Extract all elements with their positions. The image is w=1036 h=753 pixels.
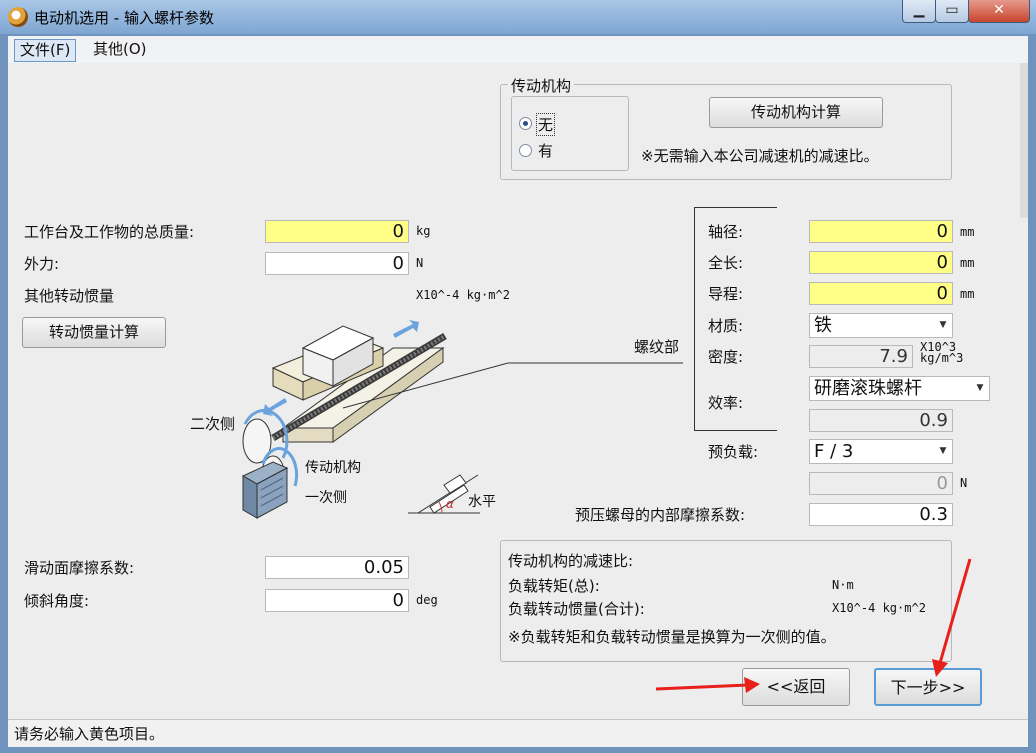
app-window: 电动机选用 - 输入螺杆参数 ▁ ▭ ✕ 文件(F) 其他(O) 传动机构 无 … <box>0 0 1036 753</box>
preload-force-unit: N <box>960 476 968 490</box>
secondary-side-label: 二次侧 <box>190 415 236 433</box>
primary-side-label: 一次侧 <box>305 490 347 506</box>
shaft-diameter-input[interactable]: 0 <box>809 220 953 243</box>
lead-unit: mm <box>960 287 975 301</box>
incline-label: 倾斜角度: <box>24 592 90 610</box>
chevron-down-icon: ▼ <box>939 320 947 330</box>
material-label: 材质: <box>708 317 744 335</box>
transmission-calc-button[interactable]: 传动机构计算 <box>709 97 883 128</box>
chevron-down-icon: ▼ <box>939 446 947 456</box>
radio-yes[interactable] <box>519 144 532 157</box>
radio-yes-label[interactable]: 有 <box>538 140 553 161</box>
preload-force-input: 0 <box>809 472 953 495</box>
material-select[interactable]: 铁 ▼ <box>809 313 953 338</box>
lead-label: 导程: <box>708 285 744 303</box>
ratio-label: 传动机构的减速比: <box>508 552 634 570</box>
client-area: 传动机构 无 有 传动机构计算 ※无需输入本公司减速机的减速比。 工作台及工作物… <box>8 63 1028 719</box>
transmission-diagram-label: 传动机构 <box>305 460 361 476</box>
nut-friction-input[interactable]: 0.3 <box>809 503 953 526</box>
annotation-arrows <box>655 558 972 693</box>
load-inertia-label: 负载转动惯量(合计): <box>508 600 645 618</box>
nut-friction-label: 预压螺母的内部摩擦系数: <box>575 506 746 524</box>
length-label: 全长: <box>708 254 744 272</box>
screw-part-label: 螺纹部 <box>634 338 680 356</box>
status-bar: 请务必输入黄色项目。 <box>8 719 1028 747</box>
other-inertia-unit: X10^-4 kg·m^2 <box>416 288 510 302</box>
status-text: 请务必输入黄色项目。 <box>14 725 165 743</box>
horizontal-label: 水平 <box>468 494 496 510</box>
external-force-input[interactable]: 0 <box>265 252 409 275</box>
incline-input[interactable]: 0 <box>265 589 409 612</box>
menu-bar: 文件(F) 其他(O) <box>8 36 1028 63</box>
incline-unit: deg <box>416 593 438 607</box>
transmission-radio-box <box>511 96 629 171</box>
friction-input[interactable]: 0.05 <box>265 556 409 579</box>
external-force-label: 外力: <box>24 255 60 273</box>
alpha-symbol: α <box>446 497 454 511</box>
torque-label: 负载转矩(总): <box>508 577 600 595</box>
length-unit: mm <box>960 256 975 270</box>
friction-label: 滑动面摩擦系数: <box>24 559 135 577</box>
length-input[interactable]: 0 <box>809 251 953 274</box>
app-icon <box>8 7 28 27</box>
density-label: 密度: <box>708 348 744 366</box>
minimize-button[interactable]: ▁ <box>902 0 936 23</box>
preload-label: 预负载: <box>708 443 759 461</box>
other-inertia-label: 其他转动惯量 <box>24 287 115 305</box>
inertia-calc-button[interactable]: 转动惯量计算 <box>22 317 166 348</box>
maximize-button[interactable]: ▭ <box>935 0 969 23</box>
lead-input[interactable]: 0 <box>809 282 953 305</box>
preload-value: F / 3 <box>814 441 854 462</box>
preload-select[interactable]: F / 3 ▼ <box>809 439 953 464</box>
material-value: 铁 <box>814 315 832 336</box>
total-mass-input[interactable]: 0 <box>265 220 409 243</box>
scrollbar[interactable] <box>1020 63 1028 218</box>
window-title: 电动机选用 - 输入螺杆参数 <box>34 9 214 27</box>
radio-none[interactable] <box>519 117 532 130</box>
external-force-unit: N <box>416 256 424 270</box>
total-mass-label: 工作台及工作物的总质量: <box>24 223 195 241</box>
radio-none-label[interactable]: 无 <box>536 113 556 136</box>
efficiency-type-value: 研磨滚珠螺杆 <box>814 378 922 399</box>
chevron-down-icon: ▼ <box>976 383 984 393</box>
transmission-note: ※无需输入本公司减速机的减速比。 <box>641 147 879 165</box>
efficiency-select[interactable]: 研磨滚珠螺杆 ▼ <box>809 376 990 401</box>
density-input[interactable]: 7.9 <box>809 345 913 368</box>
menu-other[interactable]: 其他(O) <box>88 39 152 60</box>
density-unit-2: kg/m^3 <box>920 351 964 365</box>
transmission-group-title: 传动机构 <box>508 75 575 96</box>
total-mass-unit: kg <box>416 224 431 238</box>
close-button[interactable]: ✕ <box>968 0 1030 23</box>
shaft-diameter-unit: mm <box>960 225 975 239</box>
shaft-diameter-label: 轴径: <box>708 223 744 241</box>
title-bar: 电动机选用 - 输入螺杆参数 ▁ ▭ ✕ <box>0 0 1036 34</box>
efficiency-label: 效率: <box>708 394 744 412</box>
efficiency-input[interactable]: 0.9 <box>809 409 953 432</box>
menu-file[interactable]: 文件(F) <box>14 39 77 62</box>
